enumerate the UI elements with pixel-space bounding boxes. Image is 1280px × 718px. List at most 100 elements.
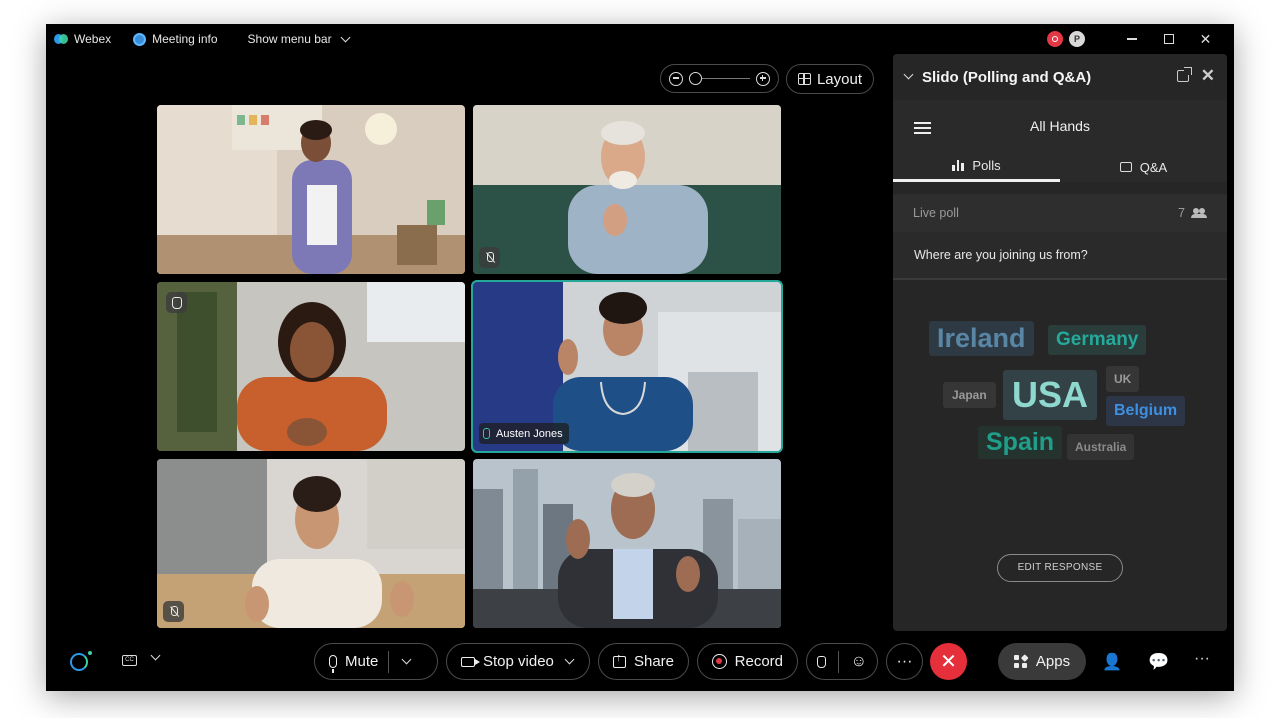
zoom-slider-knob[interactable]	[689, 71, 702, 85]
video-tile[interactable]	[157, 459, 465, 628]
participant-video	[157, 282, 465, 451]
close-window-button[interactable]: ✕	[1187, 24, 1224, 54]
video-options-chevron-icon[interactable]	[564, 654, 575, 665]
more-options-button[interactable]: ···	[886, 643, 923, 680]
video-tile[interactable]	[473, 105, 781, 274]
share-label: Share	[633, 653, 674, 670]
apps-label: Apps	[1035, 653, 1071, 670]
audio-options-chevron-icon[interactable]	[401, 654, 412, 665]
microphone-icon	[329, 655, 337, 673]
mute-button[interactable]: Mute	[314, 643, 438, 680]
end-call-button[interactable]: ✕	[930, 643, 967, 680]
live-poll-row: Live poll 7	[893, 194, 1227, 232]
pop-out-icon[interactable]	[1177, 67, 1192, 82]
poll-bars-icon	[952, 160, 964, 171]
slido-header: Slido (Polling and Q&A) ✕	[893, 54, 1227, 100]
microphone-active-icon	[483, 428, 490, 439]
app-name: Webex	[74, 32, 112, 46]
slido-panel: Slido (Polling and Q&A) ✕ All Hands Poll…	[893, 54, 1227, 631]
word-cloud-item: Australia	[1067, 434, 1135, 460]
chevron-down-icon	[340, 32, 351, 42]
slido-title: Slido (Polling and Q&A)	[922, 68, 1092, 86]
reactions-icon[interactable]: ☺	[851, 653, 867, 671]
participant-video	[157, 459, 465, 628]
raised-hand-indicator	[166, 292, 187, 313]
participant-count-value: 7	[1178, 206, 1185, 220]
raised-hand-icon	[171, 296, 182, 309]
microphone-muted-icon	[170, 605, 178, 618]
zoom-slider[interactable]	[689, 71, 750, 85]
camera-icon	[461, 656, 480, 667]
slido-event-bar: All Hands	[893, 100, 1227, 152]
layout-label: Layout	[816, 70, 863, 88]
zoom-out-icon[interactable]	[669, 71, 683, 86]
word-cloud-item: Japan	[943, 382, 996, 408]
close-icon[interactable]: ✕	[1201, 66, 1215, 86]
recording-indicator-icon[interactable]	[1047, 31, 1063, 47]
captions-chevron-down-icon[interactable]	[150, 650, 161, 661]
raise-hand-icon[interactable]	[817, 655, 826, 668]
tab-qa[interactable]: Q&A	[1060, 152, 1227, 182]
stop-video-button[interactable]: Stop video	[446, 643, 590, 680]
video-zoom-control	[660, 64, 779, 93]
word-cloud-item: Ireland	[929, 321, 1034, 356]
tab-polls-label: Polls	[972, 158, 1001, 173]
grid-layout-icon	[797, 73, 811, 85]
divider	[837, 650, 839, 673]
title-bar: Webex Meeting info Show menu bar P ✕	[46, 24, 1234, 54]
tab-qa-label: Q&A	[1139, 159, 1168, 175]
apps-button[interactable]: Apps	[998, 643, 1086, 680]
qa-bubble-icon	[1119, 162, 1132, 172]
people-icon	[1191, 208, 1207, 218]
meeting-info-button[interactable]: Meeting info	[133, 32, 218, 46]
meeting-info-icon	[133, 32, 147, 46]
chat-icon[interactable]: 💬	[1148, 652, 1169, 672]
maximize-icon	[1163, 34, 1174, 44]
minimize-button[interactable]	[1113, 24, 1150, 54]
video-tile[interactable]	[473, 459, 781, 628]
webex-app-menu[interactable]: Webex	[54, 32, 111, 46]
event-name: All Hands	[1030, 118, 1090, 134]
video-tile-active-speaker[interactable]: Austen Jones	[471, 280, 783, 453]
layout-button[interactable]: Layout	[786, 64, 874, 94]
apps-grid-icon	[1013, 653, 1029, 669]
live-poll-label: Live poll	[913, 206, 959, 220]
webex-meeting-window: Webex Meeting info Show menu bar P ✕ Lay…	[46, 24, 1234, 691]
participant-name: Austen Jones	[496, 427, 563, 440]
participants-icon[interactable]: 👤	[1102, 652, 1122, 672]
webex-assistant-icon[interactable]	[70, 651, 92, 671]
microphone-muted-icon	[486, 251, 494, 264]
tab-polls[interactable]: Polls	[893, 152, 1060, 182]
video-tile[interactable]	[157, 105, 465, 274]
record-icon	[712, 654, 727, 669]
participant-video	[157, 105, 465, 274]
muted-indicator	[163, 601, 184, 622]
zoom-in-icon[interactable]	[756, 71, 770, 86]
show-menu-bar-label: Show menu bar	[247, 32, 332, 46]
minimize-icon	[1126, 38, 1137, 40]
meeting-controls-bar: CC Mute Stop video Share Record ☺ ··· ✕	[46, 640, 1234, 682]
word-cloud-item: Belgium	[1106, 396, 1186, 426]
slido-tabs: Polls Q&A	[893, 152, 1227, 182]
maximize-button[interactable]	[1150, 24, 1187, 54]
poll-question: Where are you joining us from?	[893, 232, 1227, 280]
participant-count: 7	[1178, 206, 1207, 220]
collapse-chevron-icon[interactable]	[903, 69, 914, 79]
word-cloud-item: Spain	[978, 426, 1063, 459]
edit-response-button[interactable]: EDIT RESPONSE	[997, 554, 1123, 582]
participant-name-tag: Austen Jones	[479, 423, 569, 444]
muted-indicator	[479, 247, 500, 268]
record-button[interactable]: Record	[697, 643, 798, 680]
host-key-icon[interactable]: P	[1069, 31, 1085, 47]
share-button[interactable]: Share	[598, 643, 689, 680]
reactions-group: ☺	[806, 643, 878, 680]
share-screen-icon	[613, 652, 626, 668]
video-tile[interactable]	[157, 282, 465, 451]
webex-logo-icon	[54, 34, 68, 44]
word-cloud: Ireland Germany Japan USA UK Belgium Spa…	[893, 280, 1227, 590]
record-label: Record	[734, 653, 783, 670]
more-icon[interactable]: ···	[1194, 650, 1210, 668]
show-menu-bar-button[interactable]: Show menu bar	[247, 32, 351, 46]
closed-captions-icon[interactable]: CC	[122, 655, 137, 666]
word-cloud-item: USA	[1003, 370, 1098, 420]
